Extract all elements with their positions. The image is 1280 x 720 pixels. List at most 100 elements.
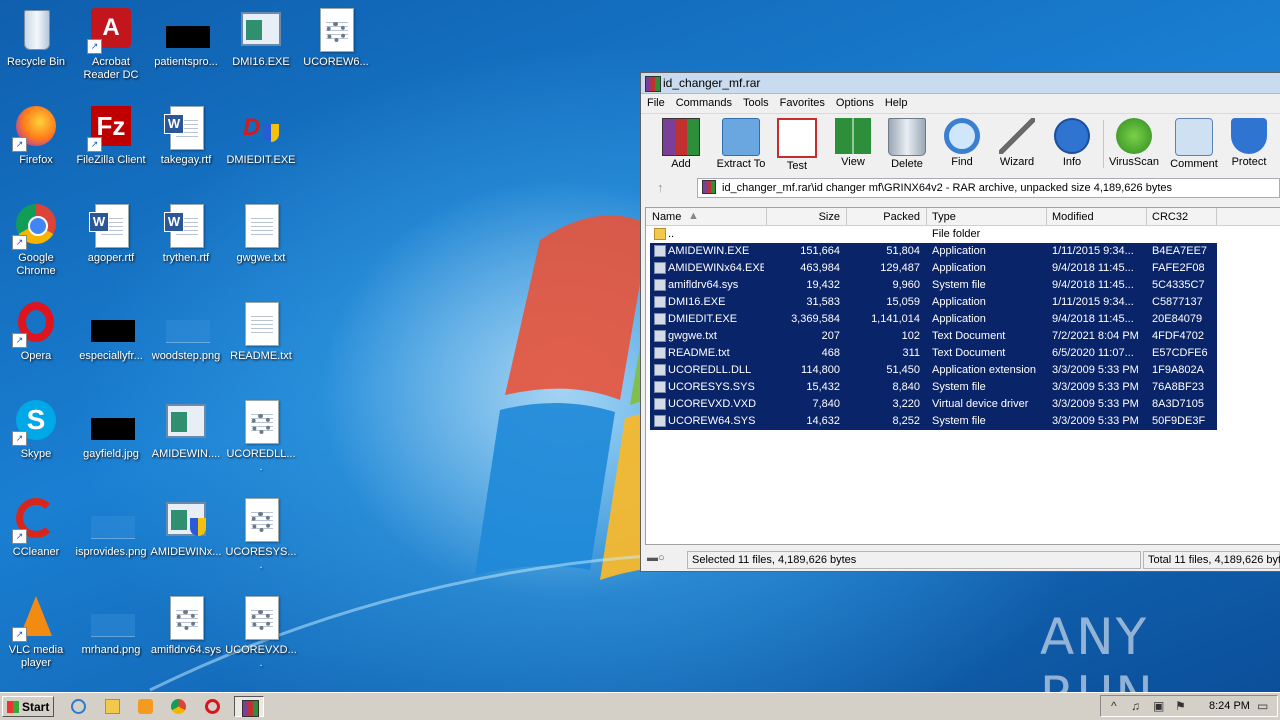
desktop-icon[interactable]: ↗ CCleaner [0, 496, 72, 559]
desktop-icon-label: takegay.rtf [160, 154, 212, 166]
volume-icon[interactable]: ♫ [1131, 699, 1140, 713]
file-row[interactable]: UCORESYS.SYS 15,432 8,840 System file 3/3/20… [646, 379, 1280, 396]
column-name[interactable]: Name [652, 211, 681, 223]
taskbar-chrome-button[interactable] [166, 696, 192, 717]
toolbar-wizard-button[interactable]: Wizard [989, 118, 1045, 168]
ie-icon [71, 699, 86, 714]
menu-commands[interactable]: Commands [670, 94, 737, 109]
shortcut-arrow-icon: ↗ [12, 529, 27, 544]
desktop-icon[interactable]: woodstep.png [150, 300, 222, 363]
desktop-icon[interactable]: mrhand.png [75, 594, 147, 657]
column-type[interactable]: Type [932, 211, 956, 223]
desktop-icon[interactable]: README.txt [225, 300, 297, 363]
title-bar[interactable]: id_changer_mf.rar [641, 73, 1280, 94]
desktop-icon[interactable]: ↗ Opera [0, 300, 72, 363]
path-field[interactable]: id_changer_mf.rar\id changer mf\GRINX64v… [697, 178, 1280, 198]
desktop-icon[interactable]: S ↗ Skype [0, 398, 72, 461]
up-arrow-icon[interactable]: ↑ [657, 180, 664, 195]
file-row[interactable]: AMIDEWIN.EXE 151,664 51,804 Application 1/11… [646, 243, 1280, 260]
menu-options[interactable]: Options [830, 94, 879, 109]
file-icon [654, 398, 666, 410]
file-row[interactable]: AMIDEWINx64.EXE 463,984 129,487 Application… [646, 260, 1280, 277]
toolbar-label: Wizard [999, 156, 1035, 168]
winrar-window[interactable]: id_changer_mf.rar File Commands Tools Favor… [640, 72, 1280, 572]
file-row[interactable]: DMIEDIT.EXE 3,369,584 1,141,014 Application… [646, 311, 1280, 328]
file-row[interactable]: UCOREDLL.DLL 114,800 51,450 Application ext… [646, 362, 1280, 379]
toolbar-find-button[interactable]: Find [934, 118, 990, 168]
desktop-icon[interactable]: AMIDEWIN.... [150, 398, 222, 461]
file-row[interactable]: UCOREVXD.VXD 7,840 3,220 Virtual device dri… [646, 396, 1280, 413]
toolbar-extract-to-button[interactable]: Extract To [713, 118, 769, 170]
taskbar-ie-button[interactable] [66, 696, 92, 717]
desktop-icon[interactable]: DMI16.EXE [225, 6, 297, 69]
taskbar-opera-button[interactable] [200, 696, 226, 717]
desktop-icon-label: gwgwe.txt [236, 252, 286, 264]
desktop-icon[interactable]: Wagoper.rtf [75, 202, 147, 265]
list-header: Name ▲ Size Packed Type Modified CRC32 [646, 208, 1280, 226]
column-crc32[interactable]: CRC32 [1152, 211, 1188, 223]
desktop-icon[interactable]: UCORESYS.... [225, 496, 297, 572]
taskbar-winrar-button[interactable] [234, 696, 264, 717]
file-list[interactable]: Name ▲ Size Packed Type Modified CRC32 .… [645, 207, 1280, 545]
toolbar-test-button[interactable]: Test [769, 118, 825, 172]
toolbar-comment-button[interactable]: Comment [1166, 118, 1222, 170]
column-packed[interactable]: Packed [850, 211, 920, 223]
desktop-icon[interactable]: ↗ VLC media player [0, 594, 72, 670]
desktop-icon[interactable]: D DMIEDIT.EXE [225, 104, 297, 167]
toolbar-delete-button[interactable]: Delete [879, 118, 935, 170]
start-button[interactable]: Start [2, 696, 54, 717]
file-type: Application [932, 262, 986, 274]
toolbar-protect-button[interactable]: Protect [1221, 118, 1277, 168]
media-player-icon [138, 699, 153, 714]
desktop-icon[interactable]: ↗ Google Chrome [0, 202, 72, 278]
file-row[interactable]: DMI16.EXE 31,583 15,059 Application 1/11/201… [646, 294, 1280, 311]
desktop-icon[interactable]: isprovides.png [75, 496, 147, 559]
desktop-icon[interactable]: Recycle Bin [0, 6, 72, 69]
desktop-icon[interactable]: Wtakegay.rtf [150, 104, 222, 167]
desktop-icon[interactable]: A ↗ Acrobat Reader DC [75, 6, 147, 82]
desktop-icon[interactable]: UCOREDLL.... [225, 398, 297, 474]
desktop-icon[interactable]: especiallyfr... [75, 300, 147, 363]
taskbar-explorer-button[interactable] [100, 696, 126, 717]
system-file-icon [237, 398, 285, 446]
action-center-flag-icon[interactable]: ⚑ [1175, 699, 1186, 713]
desktop-icon[interactable]: Fz ↗ FileZilla Client [75, 104, 147, 167]
clock[interactable]: 8:24 PM [1209, 700, 1250, 712]
desktop-icon[interactable]: UCOREW6... [300, 6, 372, 69]
menu-tools[interactable]: Tools [737, 94, 774, 109]
parent-folder-row[interactable]: .. File folder [646, 226, 1280, 243]
file-modified: 3/3/2009 5:33 PM [1052, 415, 1139, 427]
file-size: 151,664 [800, 245, 840, 257]
file-crc32: 1F9A802A [1152, 364, 1204, 376]
desktop-icon[interactable]: ↗ Firefox [0, 104, 72, 167]
desktop-icon[interactable]: UCOREVXD.... [225, 594, 297, 670]
taskbar-media-player-button[interactable] [133, 696, 159, 717]
menu-favorites[interactable]: Favorites [774, 94, 830, 109]
desktop-icon[interactable]: patientspro... [150, 6, 222, 69]
file-row[interactable]: gwgwe.txt 207 102 Text Document 7/2/2021 8:0… [646, 328, 1280, 345]
toolbar-virusscan-button[interactable]: VirusScan [1106, 118, 1162, 168]
desktop-icon[interactable]: amifldrv64.sys [150, 594, 222, 657]
toolbar-view-button[interactable]: View [825, 118, 881, 168]
file-modified: 3/3/2009 5:33 PM [1052, 398, 1139, 410]
network-icon[interactable]: ▣ [1153, 699, 1164, 713]
toolbar-add-button[interactable]: Add [653, 118, 709, 170]
file-icon [654, 245, 666, 257]
tray-expand-icon[interactable]: ^ [1111, 699, 1117, 713]
menu-help[interactable]: Help [879, 94, 913, 109]
desktop-icon[interactable]: gwgwe.txt [225, 202, 297, 265]
file-row[interactable]: UCOREW64.SYS 14,632 8,252 System file 3/3/20… [646, 413, 1280, 430]
desktop-icon[interactable]: Wtrythen.rtf [150, 202, 222, 265]
desktop-icon[interactable]: AMIDEWINx... [150, 496, 222, 559]
magnifier-icon [944, 118, 980, 154]
desktop-icon-label: Firefox [19, 154, 53, 166]
toolbar-info-button[interactable]: Info [1044, 118, 1100, 168]
menu-file[interactable]: File [641, 94, 670, 109]
desktop-icon-label: README.txt [230, 350, 292, 362]
show-desktop-icon[interactable]: ▭ [1257, 699, 1268, 713]
file-row[interactable]: README.txt 468 311 Text Document 6/5/2020 11… [646, 345, 1280, 362]
column-modified[interactable]: Modified [1052, 211, 1094, 223]
file-row[interactable]: amifldrv64.sys 19,432 9,960 System file 9/4/… [646, 277, 1280, 294]
desktop-icon[interactable]: gayfield.jpg [75, 398, 147, 461]
column-size[interactable]: Size [770, 211, 840, 223]
